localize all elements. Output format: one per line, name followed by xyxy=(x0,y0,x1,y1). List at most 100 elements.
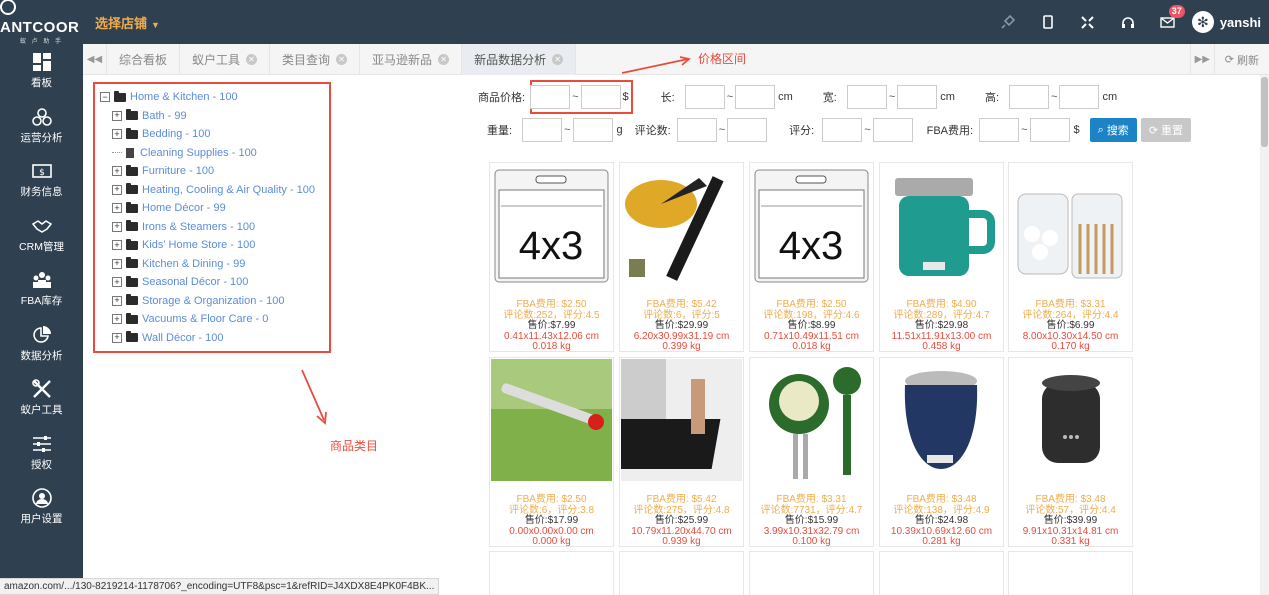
rating-max-input[interactable] xyxy=(872,118,913,142)
tree-node[interactable]: + Vacuums & Floor Care - 0 xyxy=(100,310,329,329)
tree-node[interactable]: + Storage & Organization - 100 xyxy=(100,292,329,311)
fba-max-input[interactable] xyxy=(1029,118,1070,142)
product-image[interactable] xyxy=(881,359,1002,481)
sidebar-item-fba-inventory[interactable]: FBA库存 xyxy=(0,262,83,317)
expand-icon[interactable]: + xyxy=(112,203,122,214)
expand-icon[interactable]: + xyxy=(112,332,122,343)
tab-overview[interactable]: 综合看板 xyxy=(107,43,181,75)
tree-node[interactable]: + Wall Décor - 100 xyxy=(100,329,329,348)
reviews-min-input[interactable] xyxy=(676,118,717,142)
tree-node[interactable]: + Seasonal Décor - 100 xyxy=(100,273,329,292)
price-min-input[interactable] xyxy=(530,85,571,109)
product-card[interactable] xyxy=(749,551,874,595)
expand-icon[interactable]: + xyxy=(112,129,122,140)
tree-node[interactable]: + Kitchen & Dining - 99 xyxy=(100,255,329,274)
price-max-input[interactable] xyxy=(580,85,621,109)
expand-icon[interactable]: + xyxy=(112,277,122,288)
collapse-icon[interactable]: − xyxy=(100,92,110,103)
tree-node[interactable]: + Bedding - 100 xyxy=(100,125,329,144)
close-icon[interactable]: ✕ xyxy=(336,53,348,65)
tree-node[interactable]: + Furniture - 100 xyxy=(100,162,329,181)
tree-node-label[interactable]: Irons & Steamers - 100 xyxy=(142,221,255,233)
product-card[interactable] xyxy=(619,551,744,595)
product-image[interactable]: 4x3 xyxy=(491,164,612,286)
product-card[interactable]: FBA费用: $3.48 评论数:57，评分:4.4 售价:$39.99 9.91x1… xyxy=(1008,357,1133,547)
product-card[interactable]: FBA费用: $2.50 评论数:6，评分:3.8 售价:$17.99 0.00x0.… xyxy=(489,357,614,547)
fba-min-input[interactable] xyxy=(979,118,1020,142)
refresh-button[interactable]: ⟳ 刷新 xyxy=(1213,44,1269,75)
product-image[interactable] xyxy=(1010,164,1131,286)
tree-node[interactable]: + Heating, Cooling & Air Quality - 100 xyxy=(100,181,329,200)
tree-node-label[interactable]: Bedding - 100 xyxy=(142,128,211,140)
expand-icon[interactable]: + xyxy=(112,258,122,269)
height-min-input[interactable] xyxy=(1009,85,1050,109)
close-icon[interactable]: ✕ xyxy=(552,53,564,65)
store-selector[interactable]: 选择店铺 ▼ xyxy=(95,13,160,32)
sidebar-item-tools[interactable]: 蚁户工具 xyxy=(0,371,83,426)
tree-node-label[interactable]: Vacuums & Floor Care - 0 xyxy=(142,313,268,325)
tree-root[interactable]: − Home & Kitchen - 100 xyxy=(100,88,329,107)
expand-icon[interactable]: + xyxy=(112,314,122,325)
tree-node[interactable]: + Home Décor - 99 xyxy=(100,199,329,218)
tab-new-product-analysis[interactable]: 新品数据分析 ✕ xyxy=(462,43,577,75)
close-icon[interactable]: ✕ xyxy=(246,53,258,65)
expand-icon[interactable]: + xyxy=(112,184,122,195)
weight-max-input[interactable] xyxy=(572,118,613,142)
rating-min-input[interactable] xyxy=(822,118,863,142)
expand-icon[interactable]: + xyxy=(112,166,122,177)
tree-node[interactable]: + Kids' Home Store - 100 xyxy=(100,236,329,255)
sidebar-item-crm[interactable]: CRM管理 xyxy=(0,208,83,263)
product-card[interactable]: 4x3 FBA费用: $2.50 评论数:198，评分:4.6 售价:$8.99 0.7… xyxy=(749,162,874,352)
user-menu[interactable]: ✻ yanshi xyxy=(1188,11,1269,33)
sidebar-item-dashboard[interactable]: 看板 xyxy=(0,44,83,99)
tree-node[interactable]: Cleaning Supplies - 100 xyxy=(100,144,329,163)
expand-icon[interactable]: + xyxy=(112,221,122,232)
tree-node-label[interactable]: Storage & Organization - 100 xyxy=(142,295,284,307)
search-button[interactable]: ⌕ 搜索 xyxy=(1089,118,1137,142)
product-card[interactable] xyxy=(879,551,1004,595)
width-max-input[interactable] xyxy=(897,85,938,109)
product-image[interactable] xyxy=(491,359,612,481)
tree-node-label[interactable]: Bath - 99 xyxy=(142,110,187,122)
product-image[interactable] xyxy=(1010,359,1131,481)
tab-amazon-new[interactable]: 亚马逊新品 ✕ xyxy=(360,43,463,75)
product-image[interactable] xyxy=(621,359,742,481)
sidebar-item-operations[interactable]: 运营分析 xyxy=(0,99,83,154)
sidebar-item-user-settings[interactable]: 用户设置 xyxy=(0,480,83,535)
mobile-icon[interactable] xyxy=(1028,0,1068,44)
headset-icon[interactable] xyxy=(1108,0,1148,44)
expand-icon[interactable]: + xyxy=(112,295,122,306)
product-card[interactable]: FBA费用: $5.42 评论数:6，评分:5 售价:$29.99 6.20x30.9… xyxy=(619,162,744,352)
tree-node-label[interactable]: Heating, Cooling & Air Quality - 100 xyxy=(142,184,315,196)
reviews-max-input[interactable] xyxy=(727,118,768,142)
product-card[interactable] xyxy=(1008,551,1133,595)
product-card[interactable]: FBA费用: $3.48 评论数:138，评分:4.9 售价:$24.98 10.39… xyxy=(879,357,1004,547)
tree-node-label[interactable]: Home Décor - 99 xyxy=(142,202,226,214)
expand-icon[interactable]: + xyxy=(112,110,122,121)
height-max-input[interactable] xyxy=(1059,85,1100,109)
tree-node[interactable]: + Irons & Steamers - 100 xyxy=(100,218,329,237)
product-image[interactable]: 4x3 xyxy=(751,164,872,286)
product-card[interactable]: FBA费用: $5.42 评论数:275，评分:4.8 售价:$25.99 10.79… xyxy=(619,357,744,547)
length-min-input[interactable] xyxy=(684,85,725,109)
tab-scroll-right-icon[interactable]: ▶▶ xyxy=(1189,44,1214,75)
product-card[interactable]: FBA费用: $4.90 评论数:289，评分:4.7 售价:$29.98 11.51… xyxy=(879,162,1004,352)
sidebar-item-authorization[interactable]: 授权 xyxy=(0,426,83,481)
tree-node-label[interactable]: Cleaning Supplies - 100 xyxy=(140,147,257,159)
plug-icon[interactable] xyxy=(988,0,1028,44)
product-image[interactable] xyxy=(621,164,742,286)
brand-logo[interactable]: ANTCOOR 蚁 卢 助 手 xyxy=(0,0,83,45)
tab-ant-tools[interactable]: 蚁户工具 ✕ xyxy=(180,43,271,75)
close-icon[interactable]: ✕ xyxy=(438,53,450,65)
product-card[interactable]: FBA费用: $3.31 评论数:264，评分:4.4 售价:$6.99 8.00x1… xyxy=(1008,162,1133,352)
product-card[interactable]: 4x3 FBA费用: $2.50 评论数:252，评分:4.5 售价:$7.99 0.4… xyxy=(489,162,614,352)
fullscreen-icon[interactable] xyxy=(1068,0,1108,44)
tab-scroll-left-icon[interactable]: ◀◀ xyxy=(83,43,107,75)
tree-node[interactable]: + Bath - 99 xyxy=(100,107,329,126)
tree-node-label[interactable]: Furniture - 100 xyxy=(142,165,214,177)
tab-category-query[interactable]: 类目查询 ✕ xyxy=(270,43,361,75)
product-image[interactable] xyxy=(881,164,1002,286)
product-card[interactable] xyxy=(489,551,614,595)
tree-node-label[interactable]: Wall Décor - 100 xyxy=(142,332,224,344)
product-image[interactable] xyxy=(751,359,872,481)
